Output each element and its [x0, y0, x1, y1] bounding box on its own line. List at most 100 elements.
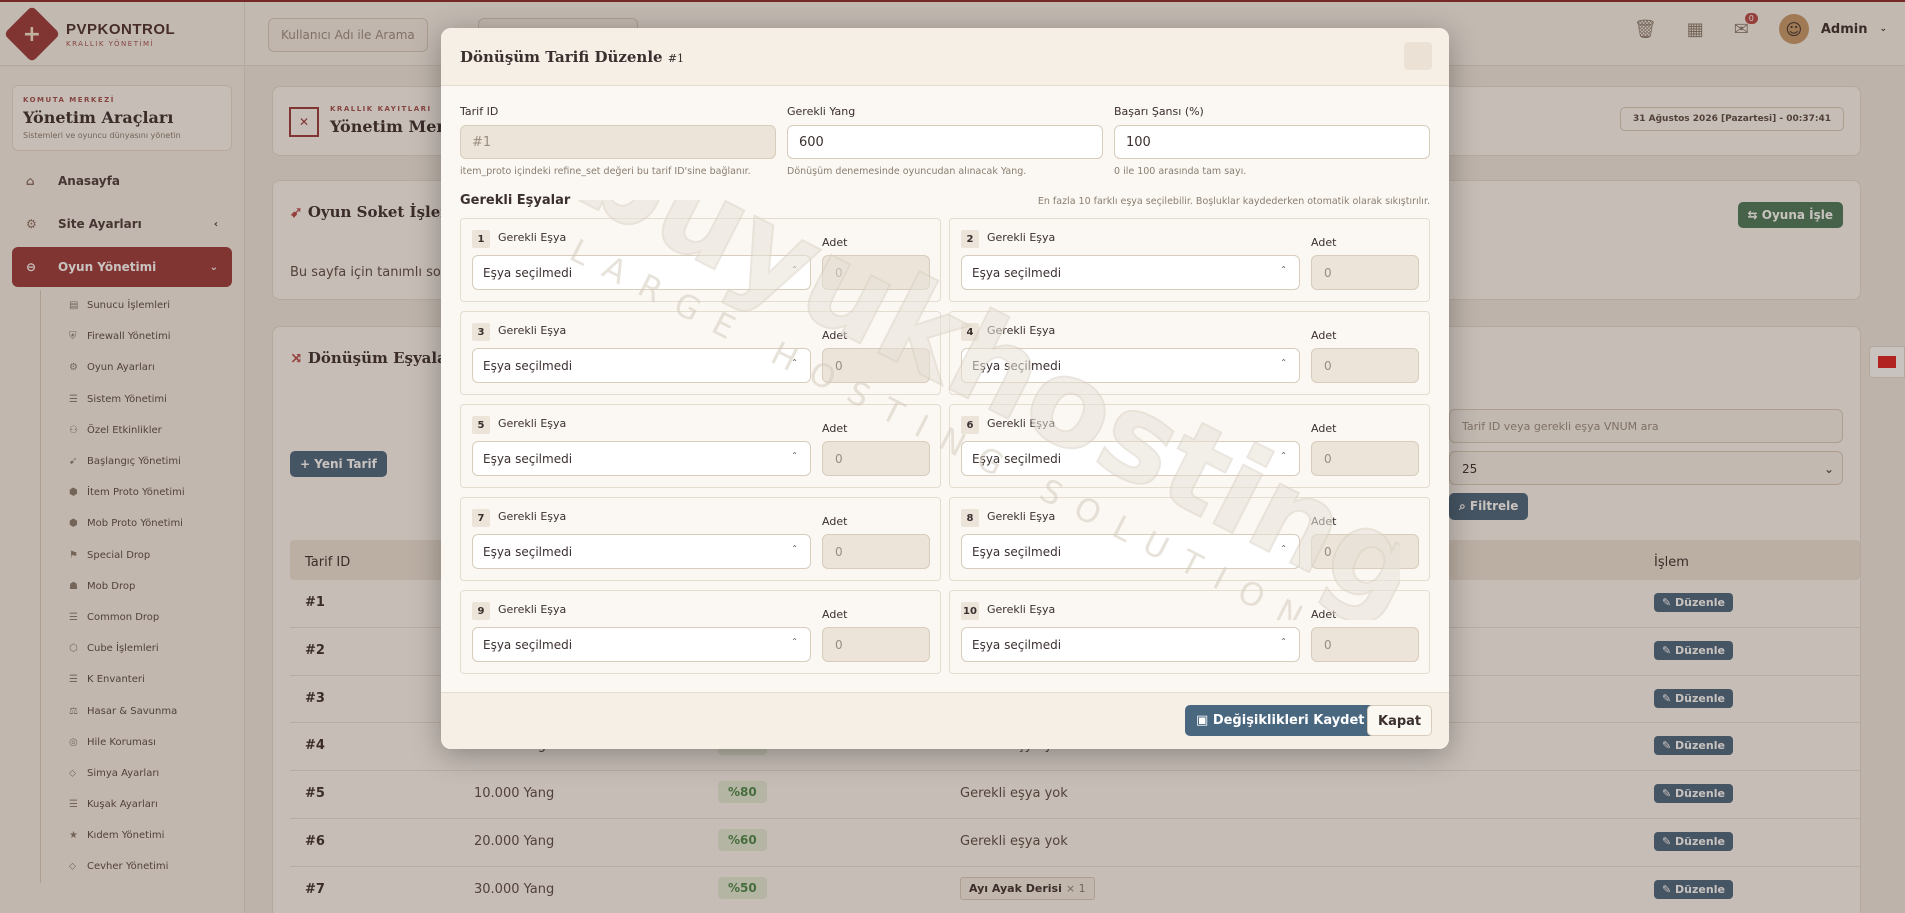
- item-select-value: Eşya seçilmedi: [972, 266, 1062, 280]
- slot-number: 1: [472, 230, 490, 248]
- qty-input[interactable]: 0: [1311, 534, 1419, 569]
- caret-icon: ⌃: [1280, 451, 1287, 460]
- slot-label: Gerekli Eşya: [987, 510, 1056, 523]
- qty-label: Adet: [822, 515, 848, 528]
- slot-number: 9: [472, 602, 490, 620]
- item-select[interactable]: Eşya seçilmedi ⌃: [472, 255, 811, 290]
- slot-number: 8: [961, 509, 979, 527]
- qty-label: Adet: [822, 608, 848, 621]
- slot-number: 5: [472, 416, 490, 434]
- caret-icon: ⌃: [791, 451, 798, 460]
- qty-input[interactable]: 0: [822, 255, 930, 290]
- modal-title-id: #1: [667, 52, 685, 65]
- slot-label: Gerekli Eşya: [987, 231, 1056, 244]
- qty-input[interactable]: 0: [822, 348, 930, 383]
- item-select-value: Eşya seçilmedi: [483, 638, 573, 652]
- caret-icon: ⌃: [1280, 265, 1287, 274]
- item-select[interactable]: Eşya seçilmedi ⌃: [472, 534, 811, 569]
- slot-number: 6: [961, 416, 979, 434]
- slot-number: 10: [961, 602, 979, 620]
- required-items-title: Gerekli Eşyalar: [460, 193, 571, 208]
- qty-label: Adet: [1311, 515, 1337, 528]
- modal-close-button[interactable]: [1404, 42, 1432, 70]
- save-button[interactable]: ▣ Değişiklikleri Kaydet: [1185, 705, 1376, 736]
- yang-hint: Dönüşüm denemesinde oyuncudan alınacak Y…: [787, 166, 1027, 177]
- caret-icon: ⌃: [791, 358, 798, 367]
- slot-label: Gerekli Eşya: [987, 603, 1056, 616]
- qty-label: Adet: [1311, 422, 1337, 435]
- qty-label: Adet: [822, 236, 848, 249]
- item-select-value: Eşya seçilmedi: [483, 359, 573, 373]
- qty-label: Adet: [1311, 608, 1337, 621]
- caret-icon: ⌃: [791, 544, 798, 553]
- item-select[interactable]: Eşya seçilmedi ⌃: [472, 441, 811, 476]
- modal-title: Dönüşüm Tarifi Düzenle: [460, 48, 663, 66]
- qty-input[interactable]: 0: [1311, 441, 1419, 476]
- item-select[interactable]: Eşya seçilmedi ⌃: [472, 348, 811, 383]
- slot-label: Gerekli Eşya: [498, 603, 567, 616]
- required-item-slot: 9 Gerekli Eşya Eşya seçilmedi ⌃ Adet 0: [460, 590, 941, 674]
- save-label: Değişiklikleri Kaydet: [1212, 713, 1365, 728]
- item-select-value: Eşya seçilmedi: [483, 266, 573, 280]
- tarif-id-field: #1: [460, 125, 776, 159]
- item-select[interactable]: Eşya seçilmedi ⌃: [961, 534, 1300, 569]
- caret-icon: ⌃: [1280, 637, 1287, 646]
- slot-label: Gerekli Eşya: [498, 231, 567, 244]
- slot-label: Gerekli Eşya: [987, 417, 1056, 430]
- slot-label: Gerekli Eşya: [498, 324, 567, 337]
- qty-input[interactable]: 0: [1311, 627, 1419, 662]
- slot-number: 2: [961, 230, 979, 248]
- required-item-slot: 1 Gerekli Eşya Eşya seçilmedi ⌃ Adet 0: [460, 218, 941, 302]
- qty-label: Adet: [822, 422, 848, 435]
- item-select[interactable]: Eşya seçilmedi ⌃: [961, 255, 1300, 290]
- item-select-value: Eşya seçilmedi: [483, 545, 573, 559]
- edit-recipe-modal: Dönüşüm Tarifi Düzenle #1 Tarif ID #1 it…: [441, 28, 1449, 749]
- slot-number: 4: [961, 323, 979, 341]
- qty-input[interactable]: 0: [1311, 348, 1419, 383]
- chance-hint: 0 ile 100 arasında tam sayı.: [1114, 166, 1247, 177]
- required-item-slot: 7 Gerekli Eşya Eşya seçilmedi ⌃ Adet 0: [460, 497, 941, 581]
- save-icon: ▣: [1196, 713, 1209, 728]
- required-items-note: En fazla 10 farklı eşya seçilebilir. Boş…: [1037, 196, 1430, 207]
- qty-input[interactable]: 0: [822, 534, 930, 569]
- slot-label: Gerekli Eşya: [498, 510, 567, 523]
- close-button[interactable]: Kapat: [1367, 705, 1433, 736]
- required-item-slot: 5 Gerekli Eşya Eşya seçilmedi ⌃ Adet 0: [460, 404, 941, 488]
- item-select[interactable]: Eşya seçilmedi ⌃: [961, 441, 1300, 476]
- required-item-slot: 8 Gerekli Eşya Eşya seçilmedi ⌃ Adet 0: [949, 497, 1430, 581]
- qty-input[interactable]: 0: [822, 441, 930, 476]
- item-select-value: Eşya seçilmedi: [483, 452, 573, 466]
- qty-input[interactable]: 0: [822, 627, 930, 662]
- qty-label: Adet: [822, 329, 848, 342]
- tarif-id-label: Tarif ID: [460, 105, 499, 118]
- yang-label: Gerekli Yang: [787, 105, 856, 118]
- required-item-slot: 4 Gerekli Eşya Eşya seçilmedi ⌃ Adet 0: [949, 311, 1430, 395]
- yang-field[interactable]: 600: [787, 125, 1103, 159]
- item-select[interactable]: Eşya seçilmedi ⌃: [961, 627, 1300, 662]
- qty-label: Adet: [1311, 236, 1337, 249]
- slot-label: Gerekli Eşya: [987, 324, 1056, 337]
- item-select[interactable]: Eşya seçilmedi ⌃: [472, 627, 811, 662]
- caret-icon: ⌃: [1280, 544, 1287, 553]
- item-select-value: Eşya seçilmedi: [972, 638, 1062, 652]
- chance-field[interactable]: 100: [1114, 125, 1430, 159]
- slot-number: 3: [472, 323, 490, 341]
- item-select[interactable]: Eşya seçilmedi ⌃: [961, 348, 1300, 383]
- required-item-slot: 6 Gerekli Eşya Eşya seçilmedi ⌃ Adet 0: [949, 404, 1430, 488]
- required-item-slot: 2 Gerekli Eşya Eşya seçilmedi ⌃ Adet 0: [949, 218, 1430, 302]
- slot-label: Gerekli Eşya: [498, 417, 567, 430]
- modal-footer: ▣ Değişiklikleri Kaydet Kapat: [441, 692, 1449, 749]
- item-select-value: Eşya seçilmedi: [972, 452, 1062, 466]
- tarif-id-hint: item_proto içindeki refine_set değeri bu…: [460, 166, 751, 177]
- required-item-slot: 10 Gerekli Eşya Eşya seçilmedi ⌃ Adet 0: [949, 590, 1430, 674]
- item-select-value: Eşya seçilmedi: [972, 359, 1062, 373]
- chance-label: Başarı Şansı (%): [1114, 105, 1204, 118]
- qty-label: Adet: [1311, 329, 1337, 342]
- item-select-value: Eşya seçilmedi: [972, 545, 1062, 559]
- required-item-slot: 3 Gerekli Eşya Eşya seçilmedi ⌃ Adet 0: [460, 311, 941, 395]
- caret-icon: ⌃: [791, 265, 798, 274]
- caret-icon: ⌃: [791, 637, 798, 646]
- modal-header: Dönüşüm Tarifi Düzenle #1: [441, 28, 1449, 86]
- slot-number: 7: [472, 509, 490, 527]
- qty-input[interactable]: 0: [1311, 255, 1419, 290]
